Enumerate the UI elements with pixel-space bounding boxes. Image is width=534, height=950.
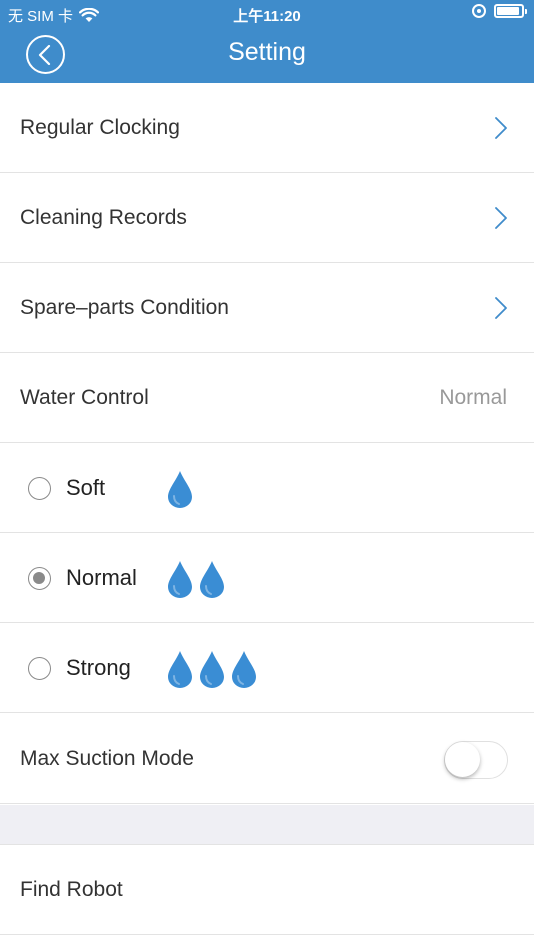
find-robot-row[interactable]: Find Robot: [0, 845, 534, 935]
water-control-row: Water Control Normal: [0, 353, 534, 443]
cleaning-records-row[interactable]: Cleaning Records: [0, 173, 534, 263]
radio-button[interactable]: [28, 657, 51, 680]
orientation-lock-icon: [472, 4, 486, 18]
page-title: Setting: [228, 38, 306, 66]
water-option-strong[interactable]: Strong: [0, 623, 534, 713]
toggle-knob: [445, 742, 480, 777]
water-level-drops: [166, 469, 194, 509]
header-bar: 无 SIM 卡 上午11:20 Setting: [0, 0, 534, 83]
status-right: [472, 4, 527, 18]
max-suction-toggle[interactable]: [444, 741, 508, 779]
radio-button[interactable]: [28, 477, 51, 500]
water-level-drops: [166, 559, 226, 599]
water-drop-icon: [168, 651, 192, 688]
chevron-right-icon: [495, 297, 507, 319]
spare-parts-label: Spare–parts Condition: [20, 296, 229, 319]
water-level-drops: [166, 649, 258, 689]
radio-button-selected[interactable]: [28, 567, 51, 590]
status-time: 上午11:20: [233, 8, 301, 25]
water-drop-icon: [168, 471, 192, 508]
section-divider: [0, 805, 534, 845]
water-control-label: Water Control: [20, 386, 149, 409]
water-option-normal[interactable]: Normal: [0, 533, 534, 623]
max-suction-label: Max Suction Mode: [20, 747, 194, 770]
max-suction-row: Max Suction Mode: [0, 714, 534, 804]
regular-clocking-row[interactable]: Regular Clocking: [0, 83, 534, 173]
water-control-value: Normal: [439, 386, 507, 409]
find-robot-label: Find Robot: [20, 878, 123, 901]
water-option-label: Soft: [66, 475, 106, 500]
water-option-label: Normal: [66, 565, 137, 590]
spare-parts-row[interactable]: Spare–parts Condition: [0, 263, 534, 353]
water-drop-icon: [200, 651, 224, 688]
chevron-right-icon: [495, 117, 507, 139]
water-option-label: Strong: [66, 655, 131, 680]
battery-icon: [494, 4, 527, 18]
chevron-right-icon: [495, 207, 507, 229]
cleaning-records-label: Cleaning Records: [20, 206, 187, 229]
status-bar: 无 SIM 卡 上午11:20: [0, 0, 534, 28]
water-option-soft[interactable]: Soft: [0, 443, 534, 533]
water-drop-icon: [200, 561, 224, 598]
water-drop-icon: [168, 561, 192, 598]
regular-clocking-label: Regular Clocking: [20, 116, 180, 139]
water-drop-icon: [232, 651, 256, 688]
